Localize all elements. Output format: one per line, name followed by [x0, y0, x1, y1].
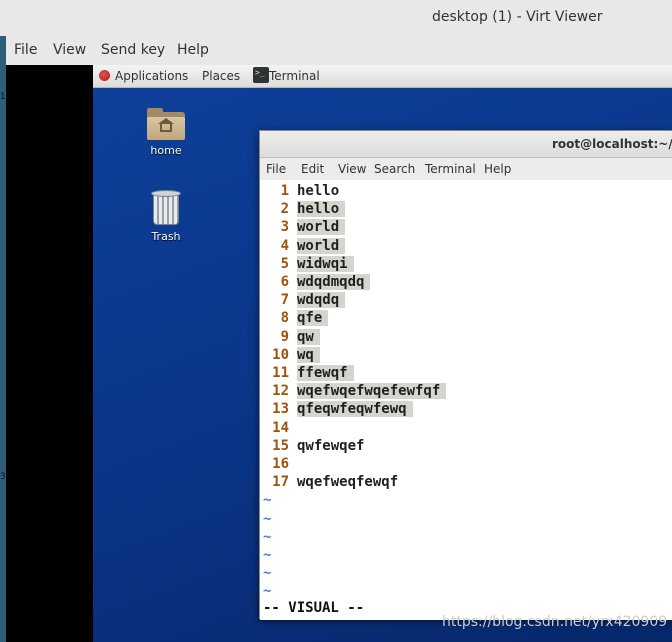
redhat-icon: [99, 70, 110, 81]
desktop-icon-home[interactable]: home: [136, 108, 196, 157]
line-text: hello: [297, 183, 340, 199]
empty-buffer-line: ~: [263, 547, 272, 563]
empty-buffer-line: ~: [263, 492, 272, 509]
editor-line[interactable]: 3 world: [260, 219, 672, 237]
line-number: 3: [280, 219, 289, 236]
empty-buffer-line: ~: [263, 565, 272, 582]
terminal-menubar: File Edit View Search Terminal Help: [260, 158, 672, 180]
line-number: 7: [280, 292, 289, 309]
line-text: ffewqf: [297, 365, 354, 381]
line-number: 11: [272, 365, 289, 381]
terminal-title: root@localhost:~/De: [552, 137, 672, 151]
terminal-text-area[interactable]: -- VISUAL -- 1 hello 2 hello 3 world 4 world 5 wi…: [260, 180, 672, 620]
editor-line[interactable]: 11 ffewqf: [260, 365, 672, 383]
host-mark: 3: [0, 472, 6, 482]
home-folder-icon: [147, 108, 185, 140]
gnome-top-panel: Applications Places Terminal: [93, 65, 672, 88]
line-text: wqefweqfewqf: [297, 474, 399, 491]
line-number: 15: [272, 437, 289, 454]
empty-buffer-line: ~: [263, 583, 272, 600]
empty-buffer-line: ~: [263, 510, 272, 527]
line-text: wq: [297, 346, 320, 363]
editor-line[interactable]: 10 wq: [260, 346, 672, 365]
menu-view[interactable]: View: [53, 42, 86, 58]
window-menubar: File View Send key Help: [6, 36, 672, 65]
editor-line[interactable]: 17 wqefweqfewqf: [260, 474, 672, 492]
line-number: 12: [272, 383, 289, 400]
terminal-menu-terminal[interactable]: Terminal: [425, 162, 476, 176]
line-number: 13: [272, 401, 289, 418]
host-mark: 1: [0, 92, 6, 102]
editor-line[interactable]: 7 wdqdq: [260, 292, 672, 310]
window-titlebar: desktop (1) - Virt Viewer: [0, 0, 672, 36]
line-text: widwqi: [297, 255, 354, 272]
line-number: 9: [280, 328, 289, 345]
applications-menu[interactable]: Applications: [115, 69, 188, 83]
taskbar-terminal-label: Terminal: [269, 69, 320, 83]
line-number: 6: [280, 274, 289, 290]
line-number: 8: [280, 310, 289, 327]
line-number: 1: [280, 183, 289, 199]
line-text: hello: [297, 201, 346, 218]
editor-line[interactable]: 9 qw: [260, 328, 672, 347]
menu-send-key[interactable]: Send key: [101, 42, 165, 58]
line-number: 14: [272, 419, 289, 436]
terminal-menu-help[interactable]: Help: [484, 162, 511, 176]
line-text: world: [297, 237, 346, 254]
editor-line[interactable]: 4 world: [260, 237, 672, 256]
line-text: wdqdmqdq: [297, 274, 371, 290]
desktop-icon-trash-label: Trash: [151, 230, 181, 243]
terminal-icon: [253, 67, 269, 83]
terminal-menu-edit[interactable]: Edit: [301, 162, 324, 176]
window-title: desktop (1) - Virt Viewer: [432, 9, 603, 25]
desktop-icon-trash[interactable]: Trash: [136, 190, 196, 243]
editor-line[interactable]: 1 hello: [260, 183, 672, 201]
editor-line[interactable]: 12 wqefwqefwqefewfqf: [260, 383, 672, 401]
terminal-menu-search[interactable]: Search: [374, 162, 415, 176]
editor-line[interactable]: 6 wdqdmqdq: [260, 274, 672, 292]
empty-buffer-line: ~: [263, 528, 272, 545]
line-text: world: [297, 219, 346, 236]
line-text: qfe: [297, 310, 329, 327]
line-text: qwfewqef: [297, 437, 365, 454]
line-number: 5: [280, 255, 289, 272]
line-number: 4: [280, 237, 289, 254]
terminal-menu-view[interactable]: View: [338, 162, 366, 176]
editor-line[interactable]: 2 hello: [260, 201, 672, 219]
line-text: qw: [297, 328, 320, 345]
line-text: wdqdq: [297, 292, 346, 309]
editor-line[interactable]: 8 qfe: [260, 310, 672, 328]
editor-line[interactable]: 15 qwfewqef: [260, 438, 672, 456]
line-text: qfeqwfeqwfewq: [297, 401, 413, 418]
taskbar-terminal[interactable]: Terminal: [253, 65, 323, 87]
menu-help[interactable]: Help: [177, 42, 209, 58]
editor-line[interactable]: 16: [260, 456, 672, 474]
terminal-menu-file[interactable]: File: [266, 162, 286, 176]
line-number: 16: [272, 456, 289, 472]
line-number: 10: [272, 346, 289, 363]
vim-mode-indicator: -- VISUAL --: [263, 600, 365, 616]
terminal-window[interactable]: root@localhost:~/De File Edit View Searc…: [259, 130, 672, 620]
line-number: 17: [272, 474, 289, 491]
menu-file[interactable]: File: [14, 42, 37, 58]
line-text: wqefwqefwqefewfqf: [297, 383, 447, 400]
line-number: 2: [280, 201, 289, 218]
watermark: https://blog.csdn.net/yrx420909: [442, 614, 668, 630]
desktop-icon-home-label: home: [150, 144, 182, 157]
editor-line[interactable]: 13 qfeqwfeqwfewq: [260, 401, 672, 419]
editor-line[interactable]: 14: [260, 420, 672, 438]
trash-icon: [151, 190, 181, 226]
editor-line[interactable]: 5 widwqi: [260, 255, 672, 274]
places-menu[interactable]: Places: [202, 69, 240, 83]
terminal-titlebar[interactable]: root@localhost:~/De: [260, 131, 672, 158]
guest-unused-area: [6, 65, 93, 642]
